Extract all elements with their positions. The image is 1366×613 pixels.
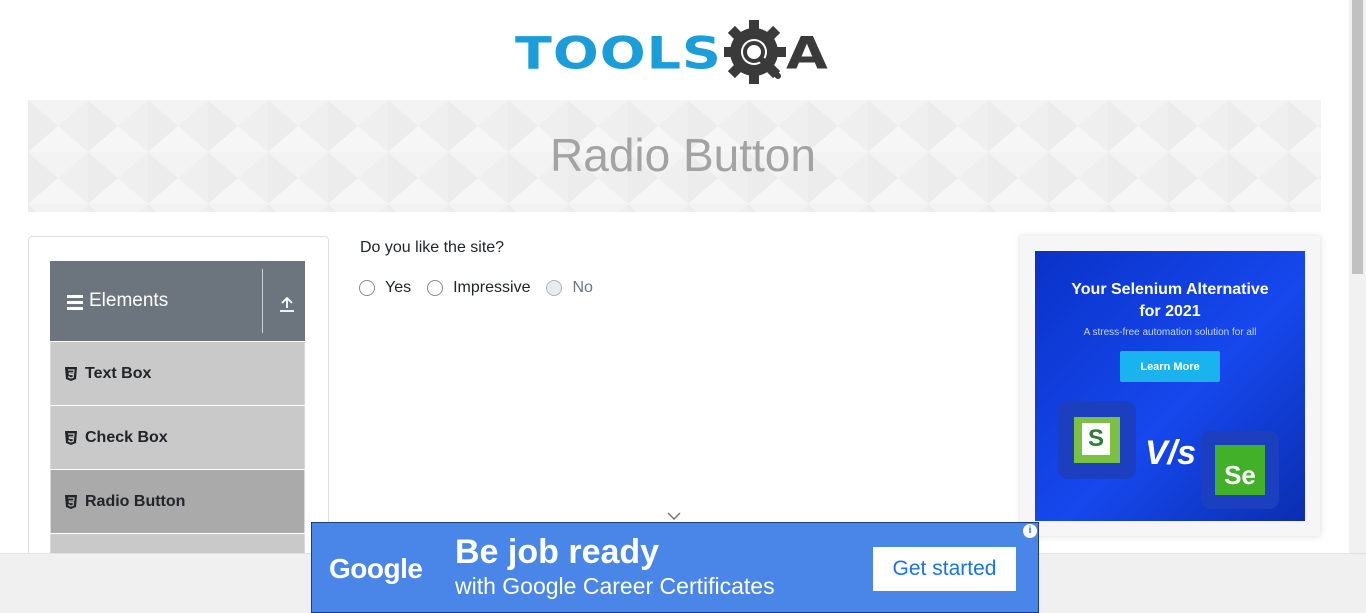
question-text: Do you like the site?	[360, 239, 505, 256]
html5-icon	[65, 494, 77, 509]
side-ad-container: Your Selenium Alternative for 2021 A str…	[1020, 236, 1320, 536]
sidebar-item-label: Text Box	[85, 364, 152, 382]
sidebar-group-title: Elements	[89, 290, 169, 311]
html5-icon	[65, 366, 77, 381]
radio-label: No	[572, 279, 593, 296]
radio-label[interactable]: Impressive	[453, 279, 530, 297]
katalon-logo: S	[1058, 401, 1136, 479]
sidebar-item-label: Check Box	[85, 428, 168, 446]
gear-magnifier-icon	[723, 20, 786, 84]
ad-title-line2: for 2021	[1139, 303, 1201, 320]
html5-icon	[65, 430, 77, 445]
sidebar-item-label: Radio Button	[85, 492, 186, 510]
radio-circle[interactable]	[427, 280, 444, 296]
ad-subheadline: with Google Career Certificates	[455, 573, 775, 599]
logo-text-a: A	[785, 27, 828, 79]
radio-no: No	[546, 279, 593, 297]
logo-text-tools: TOOLS	[515, 27, 722, 79]
toolsqa-logo[interactable]: TOOLS A	[515, 14, 840, 92]
page: TOOLS A Radio Button Elements Text Box C…	[0, 0, 1366, 613]
radio-impressive[interactable]: Impressive	[427, 279, 530, 297]
page-title: Radio Button	[550, 129, 816, 181]
sidebar-item-radio-button[interactable]: Radio Button	[50, 470, 305, 533]
selenium-logo: Se	[1201, 431, 1279, 509]
collapse-up-icon[interactable]	[278, 295, 296, 313]
scrollbar[interactable]	[1349, 0, 1366, 553]
sidebar-item-text-box[interactable]: Text Box	[50, 342, 305, 405]
get-started-button[interactable]: Get started	[873, 547, 1016, 591]
radio-yes[interactable]: Yes	[359, 279, 411, 297]
side-ad[interactable]: Your Selenium Alternative for 2021 A str…	[1035, 251, 1305, 521]
sidebar-item-next[interactable]	[50, 534, 305, 553]
bottom-ad[interactable]: Google Be job ready with Google Career C…	[311, 522, 1039, 613]
hamburger-icon	[67, 295, 83, 313]
radio-circle[interactable]	[359, 280, 375, 296]
ad-info-icon[interactable]: i	[1023, 524, 1037, 538]
google-brand: Google	[329, 553, 423, 584]
ad-title: Your Selenium Alternative for 2021	[1035, 279, 1305, 323]
ad-subtitle: A stress-free automation solution for al…	[1083, 327, 1257, 338]
radio-label[interactable]: Yes	[385, 279, 411, 297]
sidebar-group-elements[interactable]: Elements	[50, 261, 305, 341]
selenium-letters: Se	[1215, 445, 1265, 495]
learn-more-button[interactable]: Learn More	[1120, 351, 1220, 382]
radio-circle	[546, 280, 563, 296]
radio-group: Yes Impressive No	[359, 279, 609, 297]
katalon-letter: S	[1082, 423, 1110, 455]
ad-title-line1: Your Selenium Alternative	[1071, 281, 1269, 298]
ad-vs-text: V/s	[1145, 434, 1197, 472]
scrollbar-thumb[interactable]	[1352, 0, 1363, 274]
sidebar-item-check-box[interactable]: Check Box	[50, 406, 305, 469]
divider	[262, 269, 263, 333]
ad-headline: Be job ready	[455, 533, 660, 571]
chevron-down-icon[interactable]	[667, 512, 681, 520]
